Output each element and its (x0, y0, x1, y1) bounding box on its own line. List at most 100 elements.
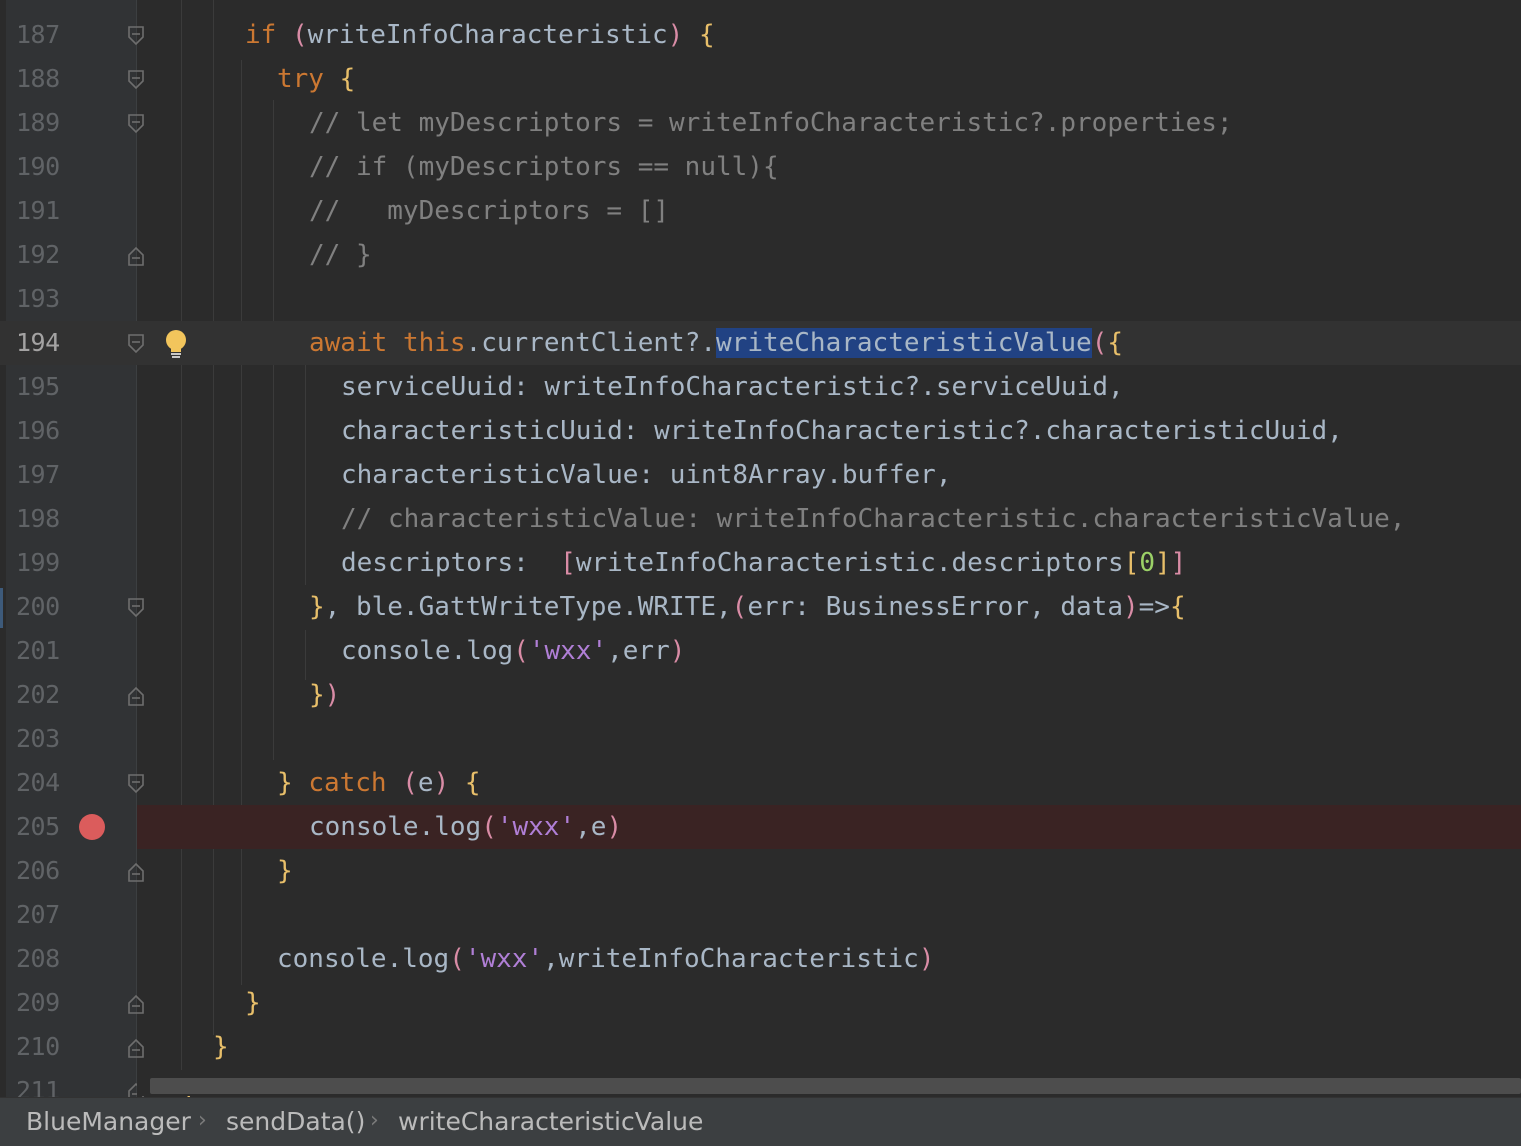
code-line[interactable]: 196 characteristicUuid: writeInfoCharacte… (0, 409, 1521, 453)
breadcrumb-method[interactable]: sendData() (226, 1098, 365, 1146)
line-number[interactable]: 198 (16, 497, 76, 541)
fold-marker-icon[interactable] (127, 685, 145, 707)
code-line[interactable]: 198 // characteristicValue: writeInfoChar… (0, 497, 1521, 541)
line-number[interactable]: 201 (16, 629, 76, 673)
code-text[interactable]: await this.currentClient?.writeCharacter… (309, 321, 1123, 365)
code-text[interactable]: // characteristicValue: writeInfoCharact… (341, 497, 1405, 541)
code-token: writeInfoCharacteristic (307, 20, 668, 50)
code-token: ( (731, 592, 748, 622)
code-line[interactable]: 201 console.log('wxx',err) (0, 629, 1521, 673)
fold-marker-icon[interactable] (127, 25, 145, 47)
code-text[interactable]: serviceUuid: writeInfoCharacteristic?.se… (341, 365, 1124, 409)
code-text[interactable]: } (277, 849, 293, 893)
fold-marker-icon[interactable] (127, 773, 145, 795)
horizontal-scrollbar-thumb[interactable] (150, 1078, 1521, 1094)
code-line[interactable]: 200 }, ble.GattWriteType.WRITE,(err: Busi… (0, 585, 1521, 629)
code-line[interactable]: 197 characteristicValue: uint8Array.buffe… (0, 453, 1521, 497)
breadcrumb-symbol[interactable]: writeCharacteristicValue (398, 1098, 703, 1146)
fold-marker-icon[interactable] (127, 113, 145, 135)
code-text[interactable]: if (writeInfoCharacteristic) { (245, 13, 715, 57)
line-number[interactable]: 206 (16, 849, 76, 893)
code-line[interactable]: 187 if (writeInfoCharacteristic) { (0, 13, 1521, 57)
fold-marker-icon[interactable] (127, 1037, 145, 1059)
code-line[interactable]: 190 // if (myDescriptors == null){ (0, 145, 1521, 189)
code-text[interactable]: // if (myDescriptors == null){ (309, 145, 779, 189)
breakpoint-icon[interactable] (79, 814, 105, 840)
code-line[interactable]: 194 await this.currentClient?.writeCharac… (0, 321, 1521, 365)
code-line[interactable]: 202}) (0, 673, 1521, 717)
code-token: } (309, 680, 325, 710)
code-line[interactable]: 204 } catch (e) { (0, 761, 1521, 805)
code-line[interactable]: 206} (0, 849, 1521, 893)
code-text[interactable]: } (213, 1025, 229, 1069)
fold-marker-icon[interactable] (127, 597, 145, 619)
code-line[interactable]: 203 (0, 717, 1521, 761)
line-number[interactable]: 202 (16, 673, 76, 717)
line-number[interactable]: 187 (16, 13, 76, 57)
line-number[interactable]: 193 (16, 277, 76, 321)
fold-marker-icon[interactable] (127, 993, 145, 1015)
code-token: ( (276, 20, 308, 50)
line-number[interactable]: 211 (16, 1069, 76, 1100)
fold-marker-icon[interactable] (127, 69, 145, 91)
line-number[interactable]: 207 (16, 893, 76, 937)
code-line[interactable]: 192 // } (0, 233, 1521, 277)
code-text[interactable]: // let myDescriptors = writeInfoCharacte… (309, 101, 1233, 145)
code-text[interactable]: } (245, 981, 261, 1025)
code-editor[interactable]: 187 if (writeInfoCharacteristic) { 188 try … (0, 0, 1521, 1100)
line-number[interactable]: 194 (16, 321, 76, 365)
code-line[interactable]: 207 (0, 893, 1521, 937)
code-text[interactable]: characteristicUuid: writeInfoCharacteris… (341, 409, 1343, 453)
lightbulb-icon[interactable] (162, 328, 190, 360)
code-token: catch (308, 768, 387, 798)
code-line[interactable]: 195 serviceUuid: writeInfoCharacteristic?… (0, 365, 1521, 409)
code-line[interactable]: 199 descriptors: [writeInfoCharacteristic… (0, 541, 1521, 585)
fold-marker-icon[interactable] (127, 861, 145, 883)
line-number[interactable]: 204 (16, 761, 76, 805)
line-number[interactable]: 191 (16, 189, 76, 233)
code-text[interactable]: console.log('wxx',err) (341, 629, 685, 673)
line-number[interactable]: 192 (16, 233, 76, 277)
line-number[interactable]: 210 (16, 1025, 76, 1069)
line-number[interactable]: 209 (16, 981, 76, 1025)
code-text[interactable]: // } (309, 233, 372, 277)
code-token: await (309, 328, 388, 358)
code-line[interactable]: 193 (0, 277, 1521, 321)
code-text[interactable]: console.log('wxx',writeInfoCharacteristi… (277, 937, 934, 981)
breadcrumb-separator: › (370, 1108, 379, 1133)
line-number[interactable]: 200 (16, 585, 76, 629)
fold-marker-icon[interactable] (127, 245, 145, 267)
line-number[interactable]: 190 (16, 145, 76, 189)
breadcrumb-class[interactable]: BlueManager (26, 1098, 191, 1146)
line-number[interactable]: 197 (16, 453, 76, 497)
line-number[interactable]: 196 (16, 409, 76, 453)
code-token: ) (606, 812, 623, 842)
code-line[interactable]: 209} (0, 981, 1521, 1025)
line-number[interactable]: 188 (16, 57, 76, 101)
code-text[interactable]: characteristicValue: uint8Array.buffer, (341, 453, 951, 497)
line-number[interactable]: 203 (16, 717, 76, 761)
line-number[interactable]: 189 (16, 101, 76, 145)
line-number[interactable]: 205 (16, 805, 76, 849)
code-text[interactable]: try { (277, 57, 355, 101)
code-line[interactable]: 205 console.log('wxx',e) (0, 805, 1521, 849)
code-text[interactable]: console.log('wxx',e) (309, 805, 622, 849)
line-number[interactable]: 208 (16, 937, 76, 981)
code-text[interactable]: // myDescriptors = [] (309, 189, 669, 233)
code-line[interactable]: 189 // let myDescriptors = writeInfoChara… (0, 101, 1521, 145)
line-number[interactable]: 195 (16, 365, 76, 409)
code-line[interactable]: 208 console.log('wxx',writeInfoCharacteri… (0, 937, 1521, 981)
code-line[interactable]: 210} (0, 1025, 1521, 1069)
code-text[interactable]: } catch (e) { (277, 761, 481, 805)
code-text[interactable]: descriptors: [writeInfoCharacteristic.de… (341, 541, 1186, 585)
fold-marker-icon[interactable] (127, 333, 145, 355)
code-line[interactable]: 188 try { (0, 57, 1521, 101)
code-text[interactable]: }, ble.GattWriteType.WRITE,(err: Busines… (309, 585, 1186, 629)
code-token: 'wxx' (496, 812, 576, 842)
line-number[interactable]: 199 (16, 541, 76, 585)
code-line[interactable]: 191 // myDescriptors = [] (0, 189, 1521, 233)
code-text[interactable]: }) (309, 673, 340, 717)
